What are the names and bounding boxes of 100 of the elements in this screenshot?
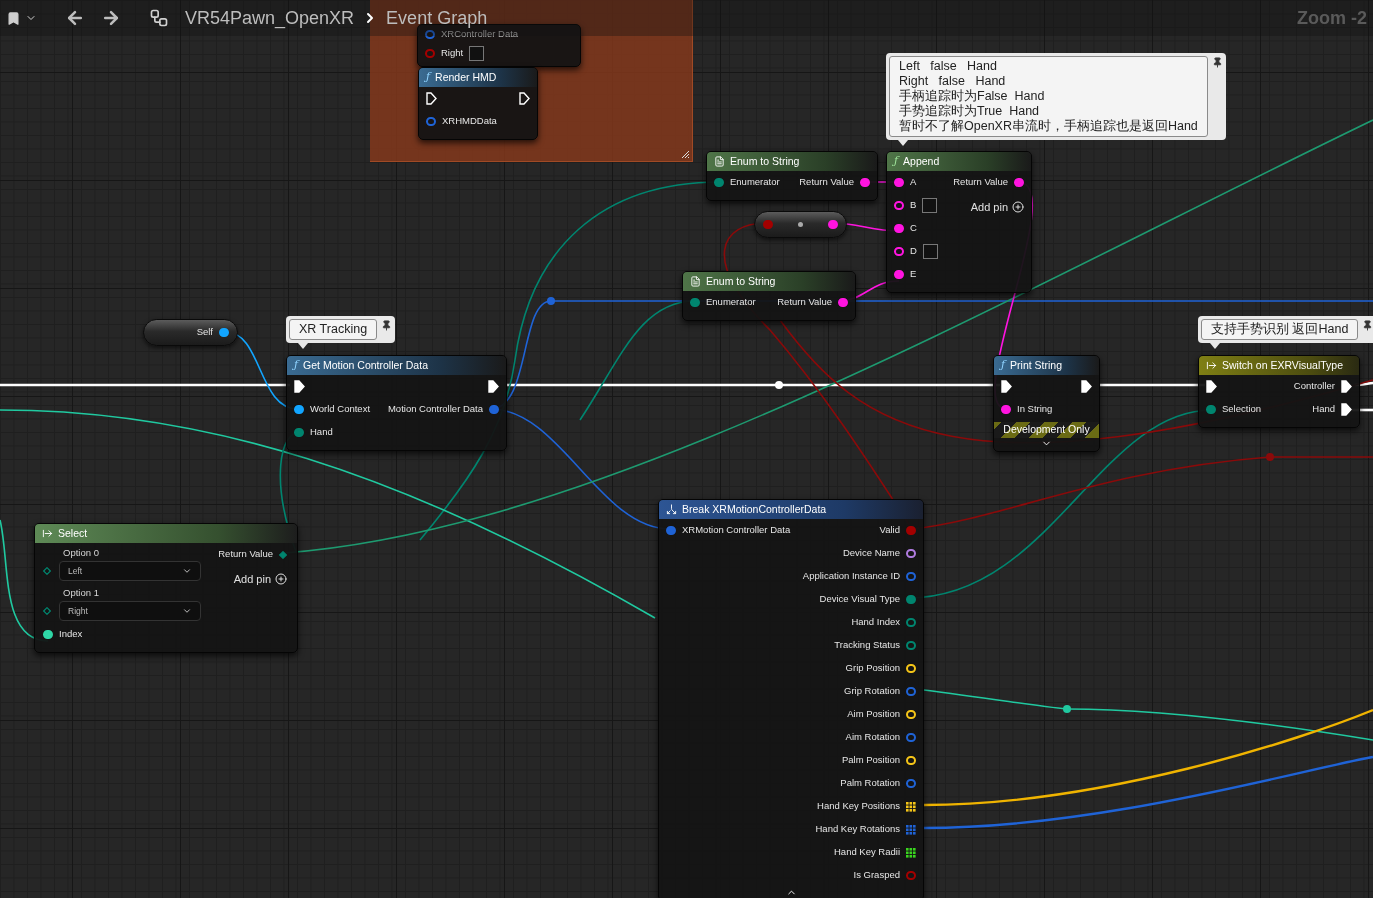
array-pin-icon[interactable] [906, 801, 916, 812]
pin-label: Grip Rotation [844, 684, 900, 699]
bubble-pointer [898, 140, 908, 146]
add-icon [275, 573, 287, 585]
graph-icon[interactable] [149, 8, 169, 28]
text-field[interactable] [922, 198, 938, 213]
resize-handle-icon[interactable] [681, 150, 690, 159]
option-dropdown[interactable]: Left [59, 561, 201, 581]
node-title: Render HMD [435, 69, 497, 85]
comment-bubble[interactable]: XR Tracking [286, 316, 396, 343]
bookmark-button[interactable] [6, 10, 37, 26]
text-field[interactable] [922, 244, 938, 259]
graph-node[interactable]: Select Option 0 Left Option 1 Right Index Return Value Add pin [34, 523, 298, 653]
pin-label: A [910, 175, 917, 190]
node-title: Select [58, 525, 88, 541]
back-icon[interactable] [65, 8, 85, 28]
add-pin-button[interactable]: Add pin [953, 194, 1024, 220]
pin-icon[interactable] [838, 298, 848, 307]
reroute-knot[interactable] [1063, 705, 1071, 713]
pin-label: B [910, 198, 917, 213]
pin-icon[interactable] [828, 220, 838, 229]
pin-icon[interactable] [219, 328, 229, 337]
chevron-down-icon [182, 566, 192, 576]
pin-label: Hand Key Radii [834, 845, 900, 860]
graph-node[interactable]: ƒ Print String In String Development Only [993, 355, 1100, 452]
pin-label: E [910, 267, 917, 282]
function-icon: ƒ [894, 153, 899, 170]
pin-icon[interactable] [894, 178, 904, 187]
node-title: Switch on EXRVisualType [1222, 357, 1343, 373]
pin-label: Application Instance ID [802, 569, 900, 584]
node-title: Append [903, 153, 940, 169]
pin-label: Return Value [799, 175, 854, 190]
pin-label: Aim Rotation [845, 730, 900, 745]
pin-label: Palm Rotation [840, 776, 900, 791]
pin-icon[interactable] [894, 201, 904, 210]
node-title: Enum to String [706, 273, 776, 289]
pin-icon[interactable] [906, 549, 916, 558]
pin-label: Hand Key Positions [817, 799, 900, 814]
exec-pin-icon[interactable] [1341, 403, 1352, 416]
pin-label: Tracking Status [834, 638, 900, 653]
function-icon: ƒ [426, 69, 431, 86]
pin-icon[interactable] [860, 178, 870, 187]
pin-label: Grip Position [845, 661, 900, 676]
pin-icon[interactable] [43, 630, 53, 639]
split-icon [666, 504, 677, 515]
exec-pin-icon[interactable] [1001, 380, 1012, 393]
pin-icon[interactable] [894, 247, 904, 256]
pin-label: Enumerator [730, 175, 780, 190]
bookmark-icon [6, 10, 21, 26]
pin-label: Index [59, 627, 83, 642]
graph-node[interactable]: Switch on EXRVisualType Selection Controller Hand [1198, 355, 1360, 428]
breadcrumb-link[interactable]: VR54Pawn_OpenXR [185, 4, 355, 32]
function-icon: ƒ [294, 357, 299, 374]
pin-label: Hand Key Rotations [815, 822, 900, 837]
forward-icon[interactable] [101, 8, 121, 28]
pin-label: Hand [1312, 402, 1335, 417]
exec-pin-icon[interactable] [1206, 380, 1217, 393]
graph-node[interactable] [658, 499, 924, 898]
graph-node[interactable]: ƒ Append A B C D E Return Value Add pin [886, 151, 1032, 293]
graph-node[interactable]: ƒ Render HMD XRHMDData [418, 67, 538, 140]
graph-node[interactable]: ƒ Get Motion Controller Data World Context Hand Motion Controller Data [286, 355, 507, 451]
node-title: Print String [1010, 357, 1062, 373]
exec-pin-icon[interactable] [1341, 380, 1352, 393]
pin-icon[interactable] [381, 320, 393, 331]
pin-icon[interactable] [894, 270, 904, 279]
pin-icon[interactable] [1362, 320, 1373, 331]
pin-icon[interactable] [1014, 178, 1024, 187]
pin-label: XRController Data [441, 28, 519, 42]
pin-icon[interactable] [294, 405, 304, 414]
conversion-node[interactable] [754, 211, 847, 238]
exec-pin-icon[interactable] [294, 380, 305, 393]
checkbox[interactable] [469, 46, 485, 61]
add-pin-button[interactable]: Add pin [218, 566, 287, 592]
pin-icon[interactable] [894, 224, 904, 233]
pin-label: XRMotion Controller Data [682, 523, 791, 538]
graph-node[interactable]: Enum to String Enumerator Return Value [706, 151, 878, 201]
comment-bubble[interactable]: 支持手势识别 返回Hand [1198, 316, 1373, 343]
option-dropdown[interactable]: Right [59, 601, 201, 621]
pin-icon[interactable] [1001, 405, 1011, 414]
array-pin-icon[interactable] [906, 847, 916, 858]
function-icon: ƒ [1001, 357, 1006, 374]
self-node[interactable]: Self [143, 319, 238, 346]
document-icon [714, 156, 725, 167]
graph-node[interactable]: Enum to String Enumerator Return Value [682, 271, 856, 321]
pin-label: Right [441, 46, 464, 61]
pin-icon[interactable] [1211, 57, 1223, 68]
exec-pin-icon[interactable] [426, 92, 437, 105]
development-banner: Development Only [994, 422, 1099, 438]
pin-label: D [910, 244, 917, 259]
reroute-knot[interactable] [775, 381, 783, 389]
exec-pin-icon[interactable] [519, 92, 530, 105]
pin-label: C [910, 221, 917, 236]
exec-pin-icon[interactable] [488, 380, 499, 393]
chevron-down-icon [182, 606, 192, 616]
bubble-pointer [298, 343, 308, 349]
pin-label: In String [1017, 402, 1053, 417]
pin-label: Option 0 [62, 547, 100, 559]
pin-label: Palm Position [841, 753, 900, 768]
exec-pin-icon[interactable] [1081, 380, 1092, 393]
pin-label: Self [196, 325, 213, 340]
